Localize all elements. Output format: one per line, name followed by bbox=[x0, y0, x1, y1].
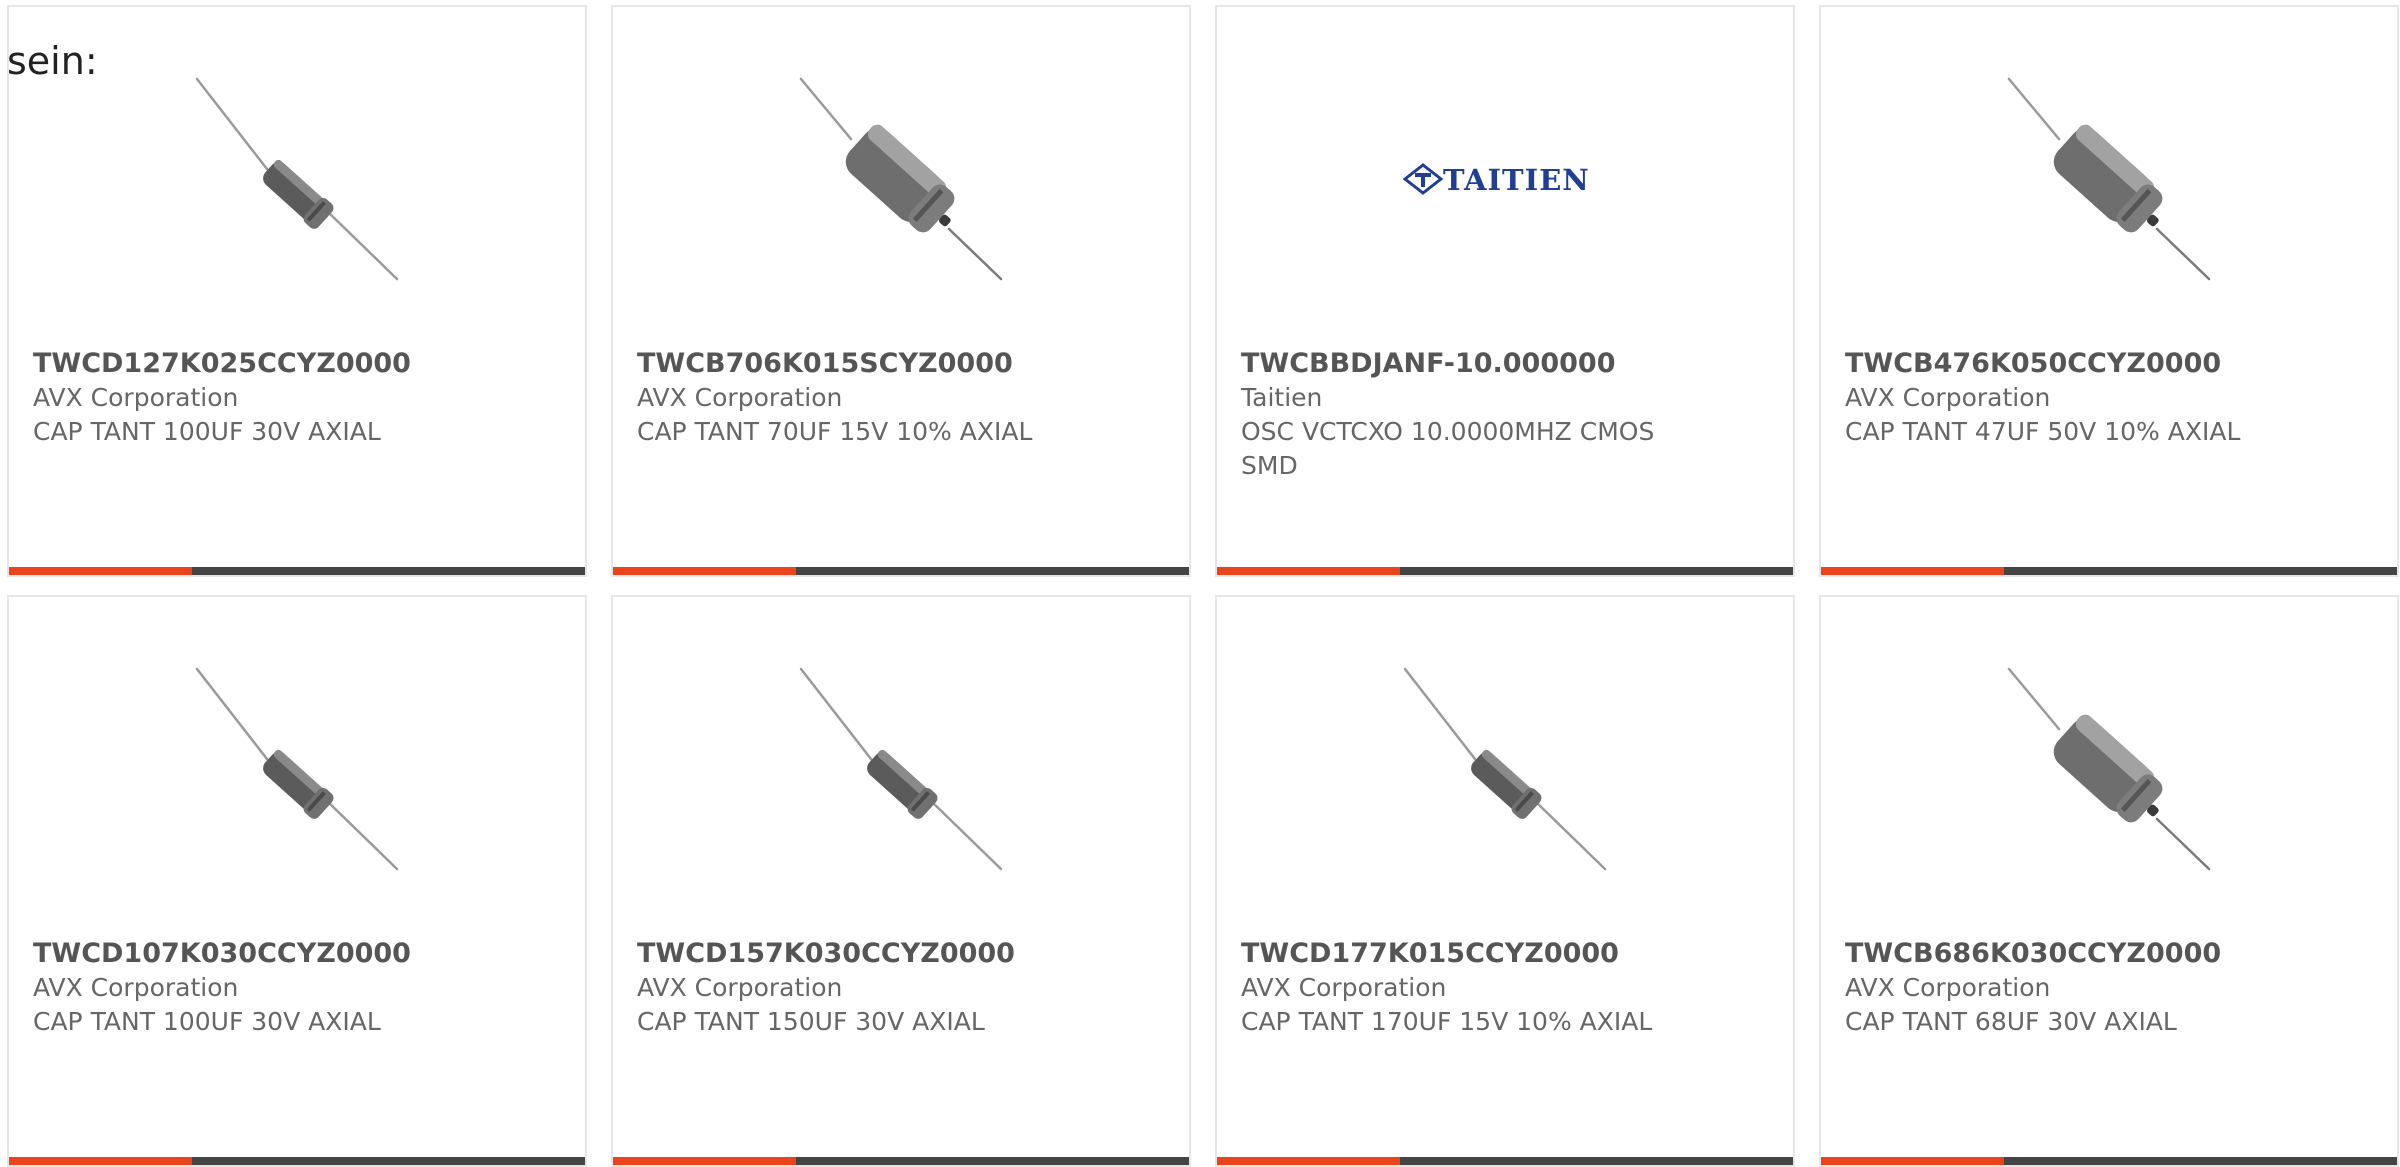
card-bottom-bar bbox=[9, 1157, 585, 1165]
manufacturer-name: AVX Corporation bbox=[33, 973, 239, 1002]
product-description: CAP TANT 150UF 30V AXIAL bbox=[637, 1007, 985, 1036]
product-description: CAP TANT 70UF 15V 10% AXIAL bbox=[637, 417, 1033, 446]
card-accent-bar bbox=[9, 567, 192, 575]
card-accent-bar bbox=[1821, 567, 2004, 575]
manufacturer-name: AVX Corporation bbox=[33, 383, 239, 412]
part-number-link[interactable]: TWCB686K030CCYZ0000 bbox=[1845, 937, 2373, 971]
product-description: CAP TANT 100UF 30V AXIAL bbox=[33, 1007, 381, 1036]
product-info: TWCD107K030CCYZ0000 AVX Corporation CAP … bbox=[33, 937, 561, 1039]
part-number-link[interactable]: TWCB706K015SCYZ0000 bbox=[637, 347, 1165, 381]
manufacturer-name: Taitien bbox=[1241, 383, 1323, 412]
capacitor-slim-image[interactable] bbox=[195, 77, 399, 281]
product-description: CAP TANT 47UF 50V 10% AXIAL bbox=[1845, 417, 2241, 446]
manufacturer-name: AVX Corporation bbox=[1845, 973, 2051, 1002]
card-accent-bar bbox=[9, 1157, 192, 1165]
product-grid: TWCD127K025CCYZ0000 AVX Corporation CAP … bbox=[7, 5, 2400, 1167]
part-number-link[interactable]: TWCB476K050CCYZ0000 bbox=[1845, 347, 2373, 381]
manufacturer-name: AVX Corporation bbox=[637, 383, 843, 412]
card-bottom-bar bbox=[613, 1157, 1189, 1165]
manufacturer-name: AVX Corporation bbox=[637, 973, 843, 1002]
product-card[interactable]: TWCB706K015SCYZ0000 AVX Corporation CAP … bbox=[611, 5, 1191, 577]
taitien-logo-image[interactable]: TAITIEN bbox=[1403, 77, 1607, 281]
card-accent-bar bbox=[613, 1157, 796, 1165]
product-card[interactable]: TWCB686K030CCYZ0000 AVX Corporation CAP … bbox=[1819, 595, 2399, 1167]
card-accent-bar bbox=[613, 567, 796, 575]
product-card[interactable]: TWCD107K030CCYZ0000 AVX Corporation CAP … bbox=[7, 595, 587, 1167]
capacitor-wide-image[interactable] bbox=[2007, 77, 2211, 281]
product-info: TWCB476K050CCYZ0000 AVX Corporation CAP … bbox=[1845, 347, 2373, 449]
product-description: CAP TANT 68UF 30V AXIAL bbox=[1845, 1007, 2177, 1036]
product-card[interactable]: TWCD127K025CCYZ0000 AVX Corporation CAP … bbox=[7, 5, 587, 577]
product-info: TWCBBDJANF-10.000000 Taitien OSC VCTCXO … bbox=[1241, 347, 1769, 483]
intro-text: sein: bbox=[7, 39, 98, 83]
card-bottom-bar bbox=[1217, 567, 1793, 575]
part-number-link[interactable]: TWCD107K030CCYZ0000 bbox=[33, 937, 561, 971]
manufacturer-name: AVX Corporation bbox=[1845, 383, 2051, 412]
product-description: OSC VCTCXO 10.0000MHZ CMOS SMD bbox=[1241, 417, 1655, 480]
product-info: TWCB686K030CCYZ0000 AVX Corporation CAP … bbox=[1845, 937, 2373, 1039]
product-card[interactable]: TWCD157K030CCYZ0000 AVX Corporation CAP … bbox=[611, 595, 1191, 1167]
taitien-logo-text: TAITIEN bbox=[1443, 163, 1590, 197]
part-number-link[interactable]: TWCD127K025CCYZ0000 bbox=[33, 347, 561, 381]
manufacturer-name: AVX Corporation bbox=[1241, 973, 1447, 1002]
capacitor-slim-image[interactable] bbox=[799, 667, 1003, 871]
capacitor-slim-image[interactable] bbox=[1403, 667, 1607, 871]
capacitor-wide-image[interactable] bbox=[799, 77, 1003, 281]
product-info: TWCD177K015CCYZ0000 AVX Corporation CAP … bbox=[1241, 937, 1769, 1039]
card-accent-bar bbox=[1821, 1157, 2004, 1165]
product-info: TWCB706K015SCYZ0000 AVX Corporation CAP … bbox=[637, 347, 1165, 449]
card-bottom-bar bbox=[1821, 567, 2397, 575]
part-number-link[interactable]: TWCBBDJANF-10.000000 bbox=[1241, 347, 1769, 381]
card-accent-bar bbox=[1217, 567, 1400, 575]
product-info: TWCD127K025CCYZ0000 AVX Corporation CAP … bbox=[33, 347, 561, 449]
capacitor-slim-image[interactable] bbox=[195, 667, 399, 871]
part-number-link[interactable]: TWCD177K015CCYZ0000 bbox=[1241, 937, 1769, 971]
card-bottom-bar bbox=[613, 567, 1189, 575]
card-bottom-bar bbox=[1821, 1157, 2397, 1165]
product-card[interactable]: TAITIEN TWCBBDJANF-10.000000 Taitien OSC… bbox=[1215, 5, 1795, 577]
product-info: TWCD157K030CCYZ0000 AVX Corporation CAP … bbox=[637, 937, 1165, 1039]
card-accent-bar bbox=[1217, 1157, 1400, 1165]
part-number-link[interactable]: TWCD157K030CCYZ0000 bbox=[637, 937, 1165, 971]
product-description: CAP TANT 170UF 15V 10% AXIAL bbox=[1241, 1007, 1653, 1036]
card-bottom-bar bbox=[9, 567, 585, 575]
product-card[interactable]: TWCB476K050CCYZ0000 AVX Corporation CAP … bbox=[1819, 5, 2399, 577]
card-bottom-bar bbox=[1217, 1157, 1793, 1165]
product-description: CAP TANT 100UF 30V AXIAL bbox=[33, 417, 381, 446]
capacitor-wide-image[interactable] bbox=[2007, 667, 2211, 871]
product-card[interactable]: TWCD177K015CCYZ0000 AVX Corporation CAP … bbox=[1215, 595, 1795, 1167]
